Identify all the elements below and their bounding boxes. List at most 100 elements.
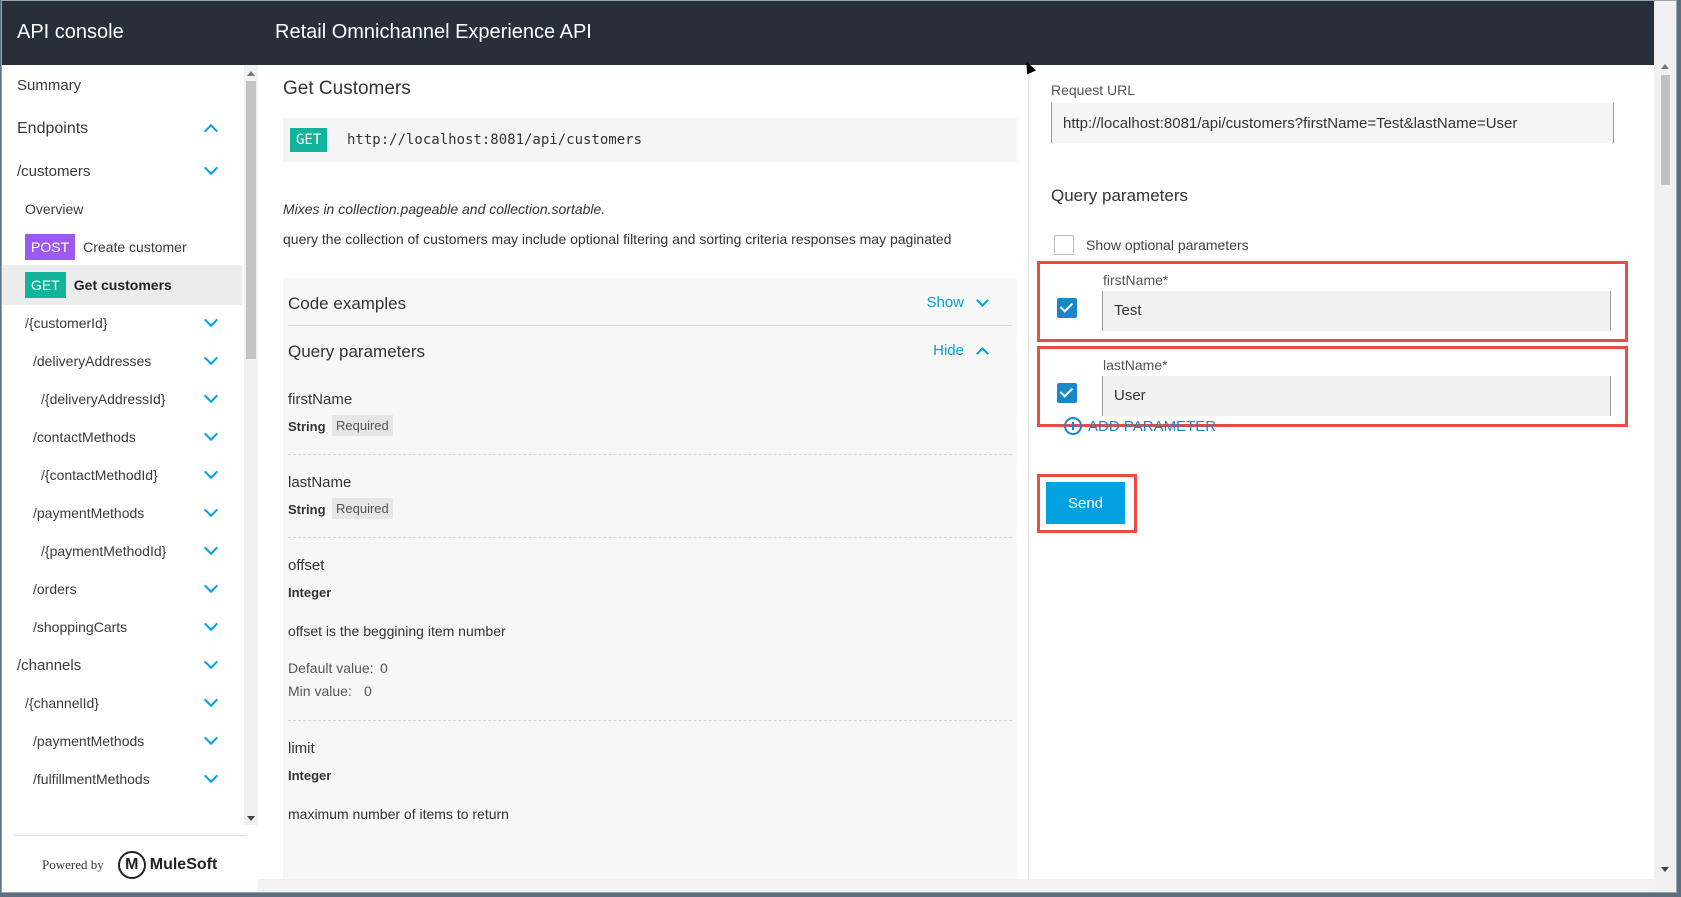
scroll-up-arrow-icon[interactable] <box>247 71 255 76</box>
method-description: query the collection of customers may in… <box>283 231 952 247</box>
param-type: Integer <box>288 585 332 600</box>
send-highlight: Send <box>1037 474 1137 533</box>
param-name: firstName <box>288 391 353 408</box>
code-examples-section[interactable]: Code examples Show <box>288 278 1012 326</box>
chevron-down-icon[interactable] <box>203 388 219 404</box>
sidebar-item-channels[interactable]: /channels <box>2 645 242 685</box>
sidebar-item-channel-id[interactable]: /{channelId} <box>2 683 242 723</box>
mixin-description: Mixes in collection.pageable and collect… <box>283 201 606 217</box>
show-code-examples-link[interactable]: Show <box>926 294 964 311</box>
param-name: lastName <box>288 474 352 491</box>
sidebar-item-contact-methods[interactable]: /contactMethods <box>2 417 242 457</box>
sidebar-item-create-customer[interactable]: POST Create customer <box>2 227 242 267</box>
scroll-down-arrow-icon[interactable] <box>1661 867 1669 872</box>
code-examples-title: Code examples <box>288 294 407 313</box>
sidebar-item-label: /paymentMethods <box>33 733 145 749</box>
send-button[interactable]: Send <box>1046 482 1125 524</box>
chevron-up-icon[interactable] <box>976 347 989 360</box>
add-circle-icon <box>1064 417 1082 435</box>
chevron-down-icon[interactable] <box>203 312 219 328</box>
horizontal-scroll-strip <box>258 879 1654 892</box>
show-optional-label[interactable]: Show optional parameters <box>1086 237 1249 253</box>
powered-by-footer: Powered by M MuleSoft <box>14 835 247 892</box>
chevron-down-icon[interactable] <box>203 654 219 670</box>
sidebar-item-shopping-carts[interactable]: /shoppingCarts <box>2 607 242 647</box>
param-description: offset is the beggining item number <box>288 623 506 639</box>
endpoint-url: http://localhost:8081/api/customers <box>347 132 643 148</box>
get-method-badge: GET <box>25 272 66 298</box>
last-name-checkbox[interactable] <box>1057 383 1077 403</box>
param-limit: limit Integer maximum number of items to… <box>288 740 1012 890</box>
sidebar-item-label: Get customers <box>73 277 172 293</box>
chevron-down-icon[interactable] <box>976 294 989 307</box>
query-params-heading: Query parameters <box>1051 186 1188 205</box>
sidebar-item-customers[interactable]: /customers <box>2 151 242 191</box>
sidebar-item-label: Summary <box>17 76 82 94</box>
sidebar-item-orders[interactable]: /orders <box>2 569 242 609</box>
param-type: Integer <box>288 768 332 783</box>
sidebar-item-contact-method-id[interactable]: /{contactMethodId} <box>2 455 242 495</box>
sidebar-item-fulfillment-methods[interactable]: /fulfillmentMethods <box>2 759 242 799</box>
post-method-badge: POST <box>25 234 76 260</box>
min-value-label: Min value: <box>288 683 352 699</box>
main-content: Get Customers GET http://localhost:8081/… <box>258 65 1028 892</box>
chevron-down-icon[interactable] <box>203 692 219 708</box>
powered-by-label: Powered by <box>42 857 104 872</box>
page-scrollbar-thumb[interactable] <box>1661 75 1670 185</box>
chevron-down-icon[interactable] <box>203 730 219 746</box>
sidebar-item-payment-methods[interactable]: /paymentMethods <box>2 493 242 533</box>
hide-query-params-link[interactable]: Hide <box>933 342 964 359</box>
sidebar-item-summary[interactable]: Summary <box>2 65 242 105</box>
last-name-input[interactable]: User <box>1102 376 1611 416</box>
sidebar-item-overview[interactable]: Overview <box>2 189 242 229</box>
sidebar-item-label: Endpoints <box>17 120 89 137</box>
sidebar-item-delivery-addresses[interactable]: /deliveryAddresses <box>2 341 242 381</box>
param-type: String <box>288 502 326 517</box>
param-last-name: lastName String Required <box>288 474 1012 538</box>
chevron-down-icon[interactable] <box>203 616 219 632</box>
chevron-down-icon[interactable] <box>203 464 219 480</box>
chevron-down-icon[interactable] <box>203 502 219 518</box>
sidebar-item-delivery-address-id[interactable]: /{deliveryAddressId} <box>2 379 242 419</box>
default-value-label: Default value: <box>288 660 374 676</box>
sidebar-item-label: /deliveryAddresses <box>33 353 152 369</box>
scroll-down-arrow-icon[interactable] <box>247 816 255 821</box>
sidebar-item-label: /{customerId} <box>25 315 108 331</box>
request-url-field[interactable]: http://localhost:8081/api/customers?firs… <box>1051 103 1614 143</box>
sidebar-item-get-customers[interactable]: GET Get customers <box>2 265 242 305</box>
sidebar-item-label: /{contactMethodId} <box>41 467 158 483</box>
required-badge: Required <box>332 498 393 519</box>
show-optional-checkbox[interactable] <box>1054 235 1074 255</box>
sidebar-item-label: /contactMethods <box>33 429 136 445</box>
chevron-down-icon[interactable] <box>203 540 219 556</box>
sidebar-item-label: Create customer <box>83 239 187 255</box>
chevron-down-icon[interactable] <box>203 160 219 176</box>
chevron-down-icon[interactable] <box>203 426 219 442</box>
add-parameter-button[interactable]: ADD PARAMETER <box>1064 417 1216 435</box>
param-label: lastName* <box>1103 357 1168 373</box>
chevron-up-icon[interactable] <box>203 123 219 139</box>
sidebar-item-label: /customers <box>17 162 91 180</box>
first-name-checkbox[interactable] <box>1057 298 1077 318</box>
request-panel: Request URL http://localhost:8081/api/cu… <box>1029 65 1654 892</box>
param-label: firstName* <box>1103 272 1169 288</box>
first-name-input[interactable]: Test <box>1102 291 1611 331</box>
query-params-section[interactable]: Query parameters Hide <box>288 326 1012 374</box>
sidebar-item-label: Overview <box>25 201 84 217</box>
sidebar-item-payment-method-id[interactable]: /{paymentMethodId} <box>2 531 242 571</box>
chevron-down-icon[interactable] <box>203 768 219 784</box>
sidebar-item-label: /orders <box>33 581 77 597</box>
sidebar-item-channel-payment-methods[interactable]: /paymentMethods <box>2 721 242 761</box>
chevron-down-icon[interactable] <box>203 578 219 594</box>
sidebar-item-label: /{deliveryAddressId} <box>41 391 166 407</box>
required-badge: Required <box>332 415 393 436</box>
sidebar-item-endpoints[interactable]: Endpoints <box>2 109 242 149</box>
param-name: offset <box>288 557 325 574</box>
sidebar-scrollbar-thumb[interactable] <box>246 81 256 359</box>
param-first-name: firstName String Required <box>288 391 1012 455</box>
scroll-up-arrow-icon[interactable] <box>1661 64 1669 69</box>
sidebar-item-label: /shoppingCarts <box>33 619 128 635</box>
chevron-down-icon[interactable] <box>203 350 219 366</box>
sidebar-item-customer-id[interactable]: /{customerId} <box>2 303 242 343</box>
param-name: limit <box>288 740 315 757</box>
